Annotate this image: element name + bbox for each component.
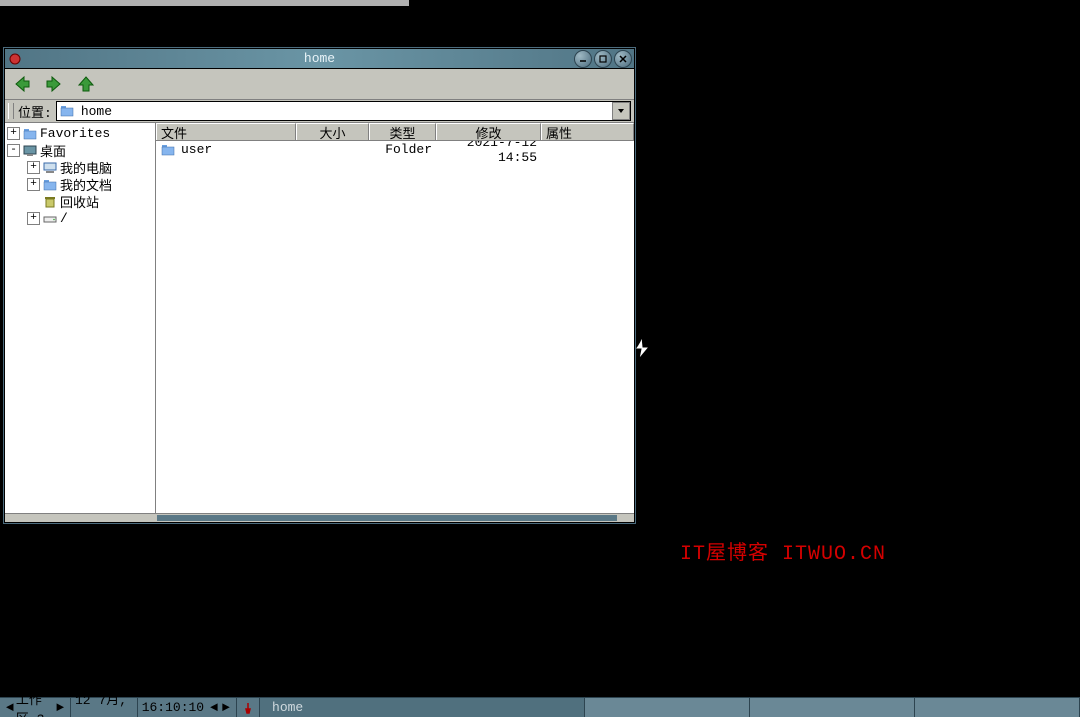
taskbar-time[interactable]: 16:10:10 ◄ ► — [138, 698, 237, 717]
folder-icon — [59, 104, 75, 118]
scrollbar-thumb[interactable] — [157, 515, 617, 521]
tree-label: 回收站 — [60, 192, 99, 211]
file-list-header: 文件 大小 类型 修改 属性 — [156, 123, 634, 141]
taskbar-task-home[interactable]: home — [260, 698, 585, 717]
task-label: home — [272, 700, 303, 715]
expand-icon[interactable]: + — [27, 161, 40, 174]
up-button[interactable] — [75, 73, 97, 95]
workspace-switcher[interactable]: ◄ 工作区 3 ► — [0, 698, 71, 717]
file-manager-window: home 位置: — [4, 48, 635, 523]
mouse-cursor-icon — [632, 335, 652, 363]
horizontal-scrollbar[interactable] — [5, 513, 634, 522]
file-list: 文件 大小 类型 修改 属性 user Folder 2021-7-12 14 — [156, 123, 634, 513]
workspace-next-icon[interactable]: ► — [54, 700, 66, 715]
workspace-label: 工作区 3 — [16, 689, 54, 717]
tree-item-mydocuments[interactable]: + 我的文档 — [5, 176, 155, 193]
tree-label: / — [60, 211, 68, 226]
location-input[interactable] — [81, 104, 608, 119]
taskbar-task-other-1[interactable] — [585, 698, 750, 717]
file-name: user — [181, 142, 212, 157]
taskbar: ◄ 工作区 3 ► 12 7月, 一 16:10:10 ◄ ► home — [0, 697, 1080, 717]
tree-item-desktop[interactable]: - 桌面 — [5, 142, 155, 159]
time-text: 16:10:10 — [142, 700, 204, 715]
top-strip — [0, 0, 409, 6]
window-title: home — [304, 51, 335, 66]
location-dropdown-button[interactable] — [612, 102, 630, 120]
maximize-button[interactable] — [594, 50, 612, 68]
column-modified[interactable]: 修改 — [436, 123, 541, 140]
close-button[interactable] — [614, 50, 632, 68]
clock-next-icon[interactable]: ► — [220, 700, 232, 715]
tree-sidebar: + Favorites - 桌面 + 我的电脑 — [5, 123, 156, 513]
tree-label: Favorites — [40, 126, 110, 141]
column-name[interactable]: 文件 — [156, 123, 296, 140]
tree-item-mycomputer[interactable]: + 我的电脑 — [5, 159, 155, 176]
taskbar-task-other-2[interactable] — [750, 698, 915, 717]
tray-icon[interactable] — [237, 698, 260, 717]
column-attr[interactable]: 属性 — [541, 123, 634, 140]
folder-icon — [160, 143, 176, 157]
toolbar-handle[interactable] — [8, 103, 14, 119]
tree-item-recyclebin[interactable]: 回收站 — [5, 193, 155, 210]
trash-icon — [42, 195, 58, 209]
clock-prev-icon[interactable]: ◄ — [208, 700, 220, 715]
desktop-icon — [22, 144, 38, 158]
workspace-prev-icon[interactable]: ◄ — [4, 700, 16, 715]
column-type[interactable]: 类型 — [369, 123, 436, 140]
folder-icon — [22, 127, 38, 141]
date-text: 12 7月, 一 — [75, 689, 133, 717]
titlebar[interactable]: home — [5, 49, 634, 69]
toolbar — [5, 69, 634, 100]
computer-icon — [42, 161, 58, 175]
taskbar-task-other-3[interactable] — [915, 698, 1080, 717]
app-icon — [7, 51, 23, 67]
file-list-rows: user Folder 2021-7-12 14:55 — [156, 141, 634, 513]
expand-icon[interactable]: + — [7, 127, 20, 140]
tree-item-root[interactable]: + / — [5, 210, 155, 227]
location-field — [56, 101, 631, 121]
forward-button[interactable] — [43, 73, 65, 95]
drive-icon — [42, 212, 58, 226]
expand-icon[interactable]: + — [27, 178, 40, 191]
collapse-icon[interactable]: - — [7, 144, 20, 157]
documents-icon — [42, 178, 58, 192]
expand-icon[interactable]: + — [27, 212, 40, 225]
back-button[interactable] — [11, 73, 33, 95]
file-row[interactable]: user Folder 2021-7-12 14:55 — [156, 141, 634, 158]
taskbar-date[interactable]: 12 7月, 一 — [71, 698, 138, 717]
location-label: 位置: — [18, 102, 52, 121]
tree-item-favorites[interactable]: + Favorites — [5, 125, 155, 142]
minimize-button[interactable] — [574, 50, 592, 68]
file-type: Folder — [369, 142, 436, 157]
location-bar: 位置: — [5, 100, 634, 123]
watermark-text: IT屋博客 ITWUO.CN — [680, 536, 886, 566]
file-modified: 2021-7-12 14:55 — [436, 141, 541, 165]
column-size[interactable]: 大小 — [296, 123, 369, 140]
